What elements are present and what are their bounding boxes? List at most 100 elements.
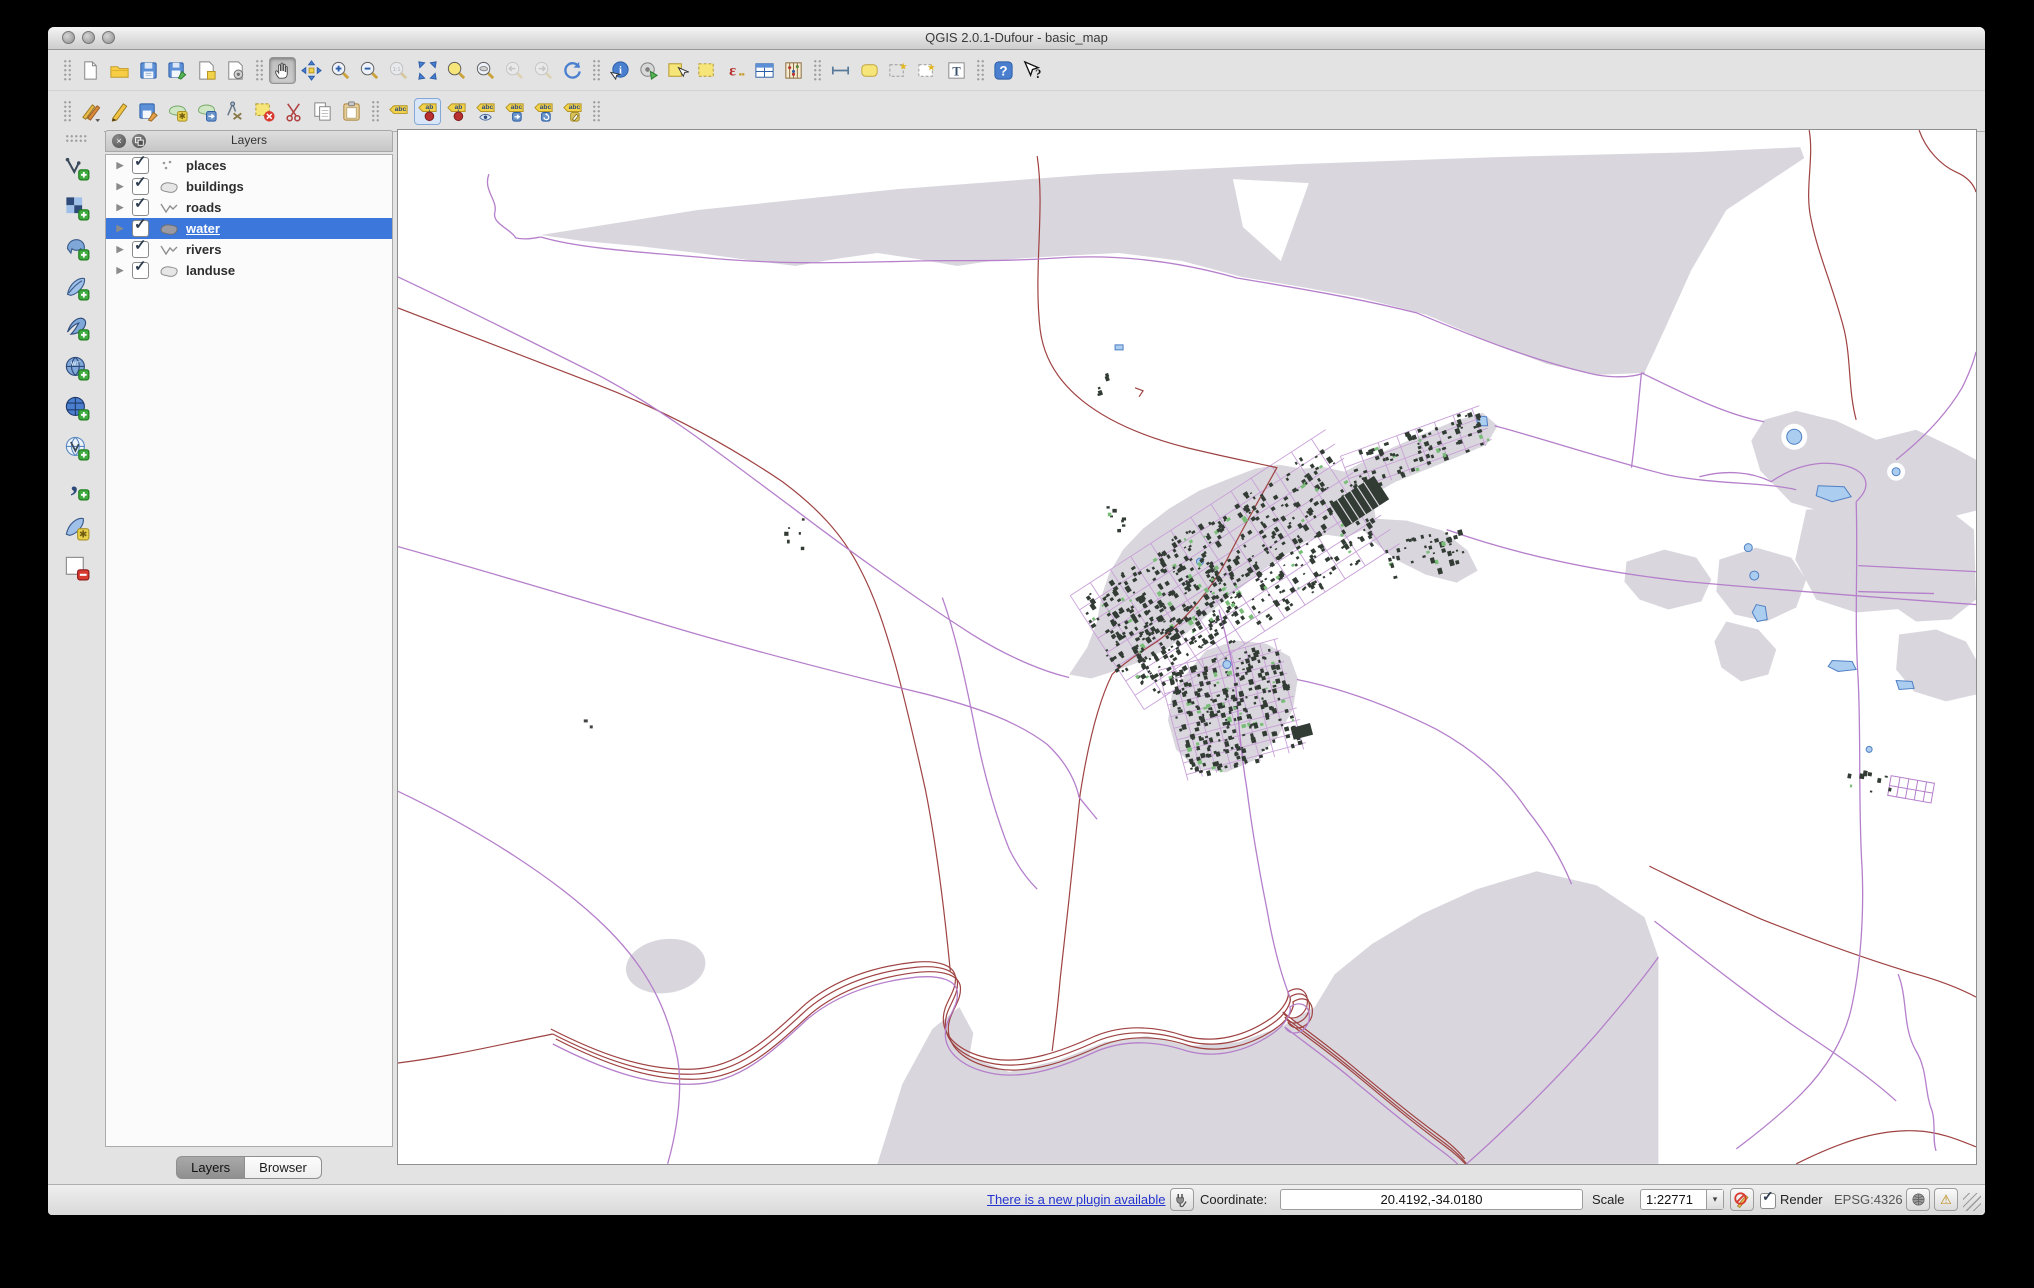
expand-arrow-icon[interactable]: ▶ — [114, 181, 126, 192]
save-project-as-button[interactable] — [164, 57, 191, 84]
move-label-button[interactable] — [501, 98, 528, 125]
render-checkbox[interactable]: ✓ — [1760, 1188, 1776, 1209]
scale-combobox[interactable]: 1:22771 ▾ — [1640, 1189, 1724, 1210]
new-print-composer-button[interactable] — [193, 57, 220, 84]
add-wcs-layer-button[interactable] — [61, 392, 91, 422]
layer-row-places[interactable]: ▶ ✓ places — [106, 155, 392, 176]
map-canvas[interactable] — [397, 129, 1977, 1165]
cut-features-button[interactable] — [280, 98, 307, 125]
help-button[interactable] — [990, 57, 1017, 84]
zoom-next-button[interactable] — [530, 57, 557, 84]
add-raster-layer-button[interactable] — [61, 192, 91, 222]
open-project-button[interactable] — [106, 57, 133, 84]
zoom-to-selection-button[interactable] — [443, 57, 470, 84]
resize-grip[interactable] — [1963, 1193, 1981, 1211]
pin-labels-button[interactable] — [414, 97, 441, 125]
layers-panel-header[interactable]: × Layers — [105, 130, 393, 152]
paste-features-button[interactable] — [338, 98, 365, 125]
toggle-editing-button[interactable] — [106, 98, 133, 125]
new-project-button[interactable] — [77, 57, 104, 84]
text-annotation-button[interactable] — [943, 57, 970, 84]
measure-line-button[interactable] — [827, 57, 854, 84]
crs-status-button[interactable] — [1906, 1188, 1930, 1211]
stop-render-button[interactable] — [1730, 1188, 1754, 1211]
show-hide-labels-button[interactable] — [472, 98, 499, 125]
field-calculator-button[interactable] — [780, 57, 807, 84]
zoom-in-button[interactable] — [327, 57, 354, 84]
zoom-full-button[interactable] — [414, 57, 441, 84]
save-layer-edits-button[interactable] — [135, 98, 162, 125]
add-spatialite-layer-button[interactable] — [61, 272, 91, 302]
pan-to-selection-button[interactable] — [298, 57, 325, 84]
expand-arrow-icon[interactable]: ▶ — [114, 160, 126, 171]
message-log-button[interactable]: ⚠ — [1934, 1188, 1958, 1211]
attribute-table-button[interactable] — [751, 57, 778, 84]
toolbar-handle[interactable] — [592, 100, 600, 122]
copy-features-button[interactable] — [309, 98, 336, 125]
save-project-button[interactable] — [135, 57, 162, 84]
new-spatialite-layer-button[interactable] — [61, 512, 91, 542]
whats-this-button[interactable] — [1019, 57, 1046, 84]
title-bar[interactable]: QGIS 2.0.1-Dufour - basic_map — [48, 27, 1985, 50]
pan-map-button[interactable] — [269, 56, 296, 84]
map-tips-button[interactable] — [856, 57, 883, 84]
deselect-features-button[interactable] — [693, 57, 720, 84]
select-features-button[interactable] — [664, 57, 691, 84]
tab-layers[interactable]: Layers — [176, 1156, 245, 1179]
composer-manager-button[interactable] — [222, 57, 249, 84]
delete-selected-button[interactable] — [251, 98, 278, 125]
expand-arrow-icon[interactable]: ▶ — [114, 244, 126, 255]
add-wms-layer-button[interactable] — [61, 352, 91, 382]
toolbar-handle[interactable] — [976, 59, 984, 81]
new-plugin-link[interactable]: There is a new plugin available — [987, 1192, 1166, 1207]
zoom-out-button[interactable] — [356, 57, 383, 84]
layer-labeling-button[interactable] — [385, 98, 412, 125]
layer-row-landuse[interactable]: ▶ ✓ landuse — [106, 258, 392, 281]
toolbar-handle[interactable] — [63, 100, 71, 122]
add-vector-layer-button[interactable] — [61, 152, 91, 182]
tab-browser[interactable]: Browser — [244, 1156, 322, 1179]
move-feature-button[interactable] — [193, 98, 220, 125]
toolbar-handle[interactable] — [63, 59, 71, 81]
zoom-to-layer-button[interactable] — [472, 57, 499, 84]
layer-checkbox[interactable]: ✓ — [132, 237, 149, 258]
highlight-pinned-labels-button[interactable] — [443, 98, 470, 125]
layer-row-rivers[interactable]: ▶ ✓ rivers — [106, 237, 392, 260]
scale-dropdown-arrow-icon[interactable]: ▾ — [1706, 1190, 1723, 1209]
layer-row-water[interactable]: ▶ ✓ water — [106, 216, 392, 239]
rotate-label-button[interactable] — [530, 98, 557, 125]
layer-checkbox[interactable]: ✓ — [132, 155, 149, 174]
new-bookmark-button[interactable] — [885, 57, 912, 84]
toolbar-handle[interactable] — [592, 59, 600, 81]
expand-arrow-icon[interactable]: ▶ — [114, 202, 126, 213]
coordinate-input[interactable]: 20.4192,-34.0180 — [1280, 1189, 1583, 1210]
show-bookmarks-button[interactable] — [914, 57, 941, 84]
add-postgis-layer-button[interactable] — [61, 232, 91, 262]
node-tool-button[interactable] — [222, 98, 249, 125]
add-delimited-text-layer-button[interactable] — [61, 472, 91, 502]
add-feature-button[interactable] — [164, 98, 191, 125]
layer-checkbox[interactable]: ✓ — [132, 195, 149, 216]
remove-layer-button[interactable] — [61, 552, 91, 582]
toolbar-handle[interactable] — [65, 134, 87, 142]
layer-checkbox[interactable]: ✓ — [132, 216, 149, 237]
current-edits-button[interactable] — [77, 98, 104, 125]
layer-checkbox[interactable]: ✓ — [132, 174, 149, 195]
identify-button[interactable] — [606, 57, 633, 84]
toolbar-handle[interactable] — [813, 59, 821, 81]
add-mssql-layer-button[interactable] — [61, 312, 91, 342]
refresh-button[interactable] — [559, 57, 586, 84]
toolbar-handle[interactable] — [371, 100, 379, 122]
layer-row-roads[interactable]: ▶ ✓ roads — [106, 195, 392, 218]
change-label-button[interactable] — [559, 98, 586, 125]
layer-row-buildings[interactable]: ▶ ✓ buildings — [106, 174, 392, 197]
run-feature-action-button[interactable] — [635, 57, 662, 84]
layer-checkbox[interactable]: ✓ — [132, 258, 149, 279]
expand-arrow-icon[interactable]: ▶ — [114, 223, 126, 234]
select-by-expression-button[interactable] — [722, 57, 749, 84]
zoom-last-button[interactable] — [501, 57, 528, 84]
add-wfs-layer-button[interactable] — [61, 432, 91, 462]
zoom-native-button[interactable] — [385, 57, 412, 84]
toolbar-handle[interactable] — [255, 59, 263, 81]
plugin-icon[interactable] — [1170, 1188, 1194, 1211]
